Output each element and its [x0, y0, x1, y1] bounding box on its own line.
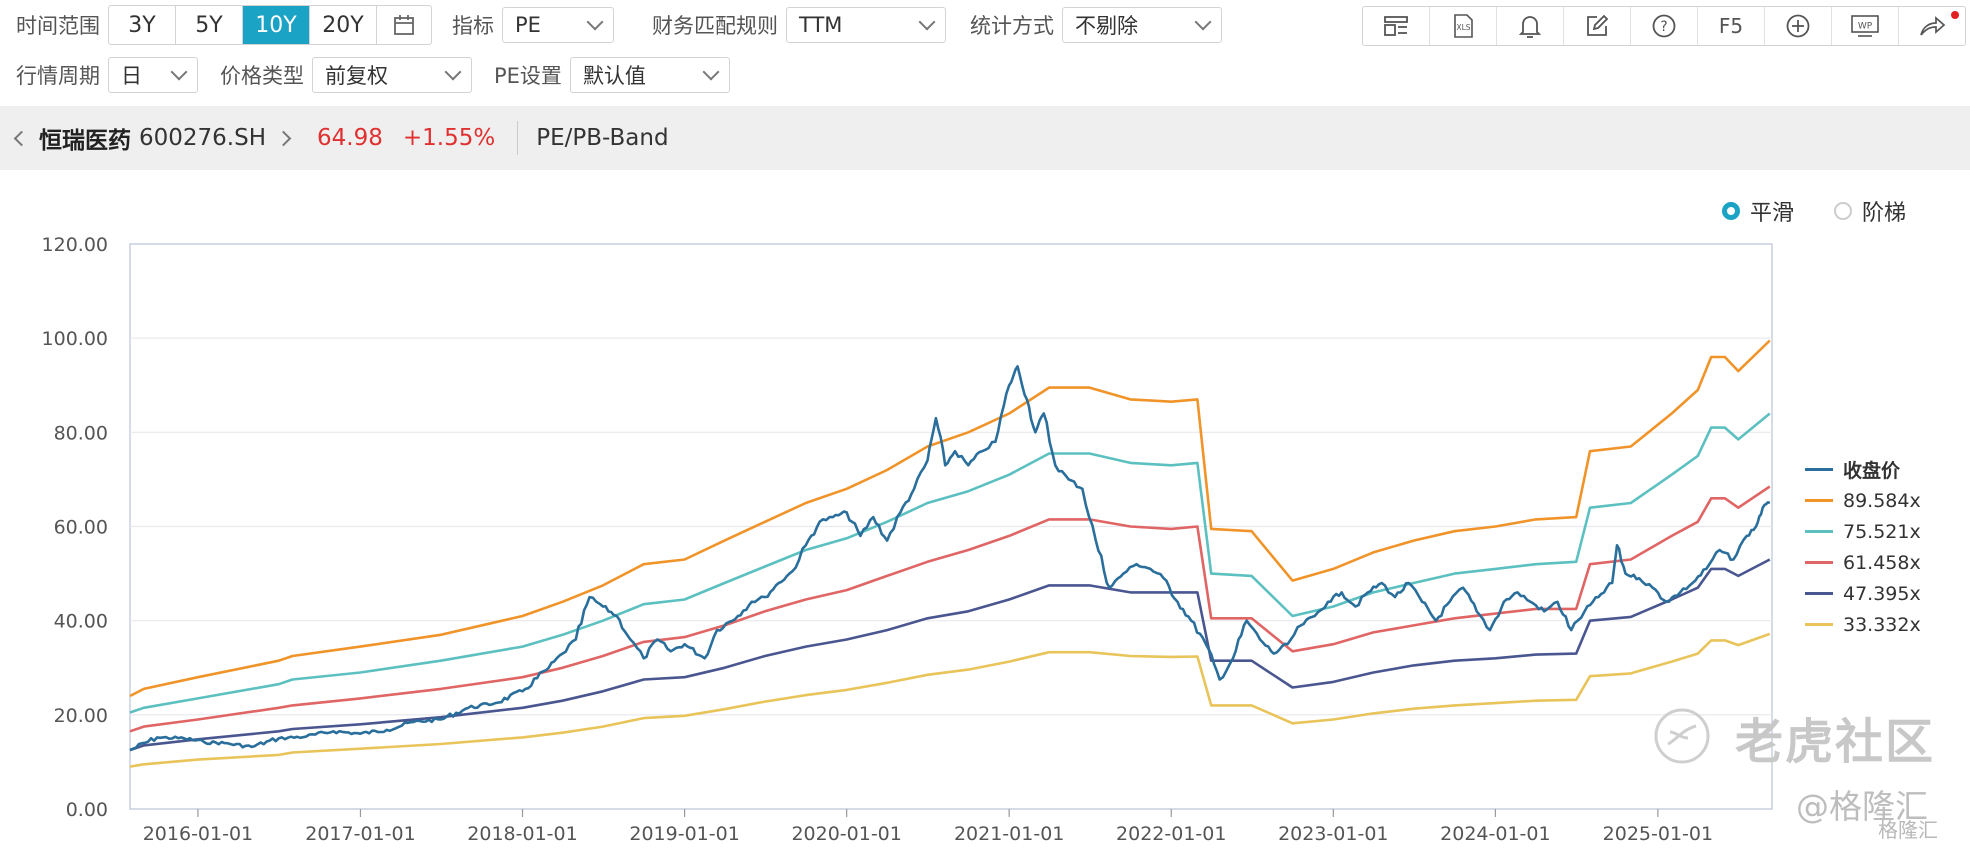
stat-method-label: 统计方式: [970, 14, 1054, 38]
chevron-down-icon: [586, 13, 604, 31]
chevron-left-icon[interactable]: [13, 130, 30, 146]
add-icon[interactable]: [1765, 7, 1832, 45]
chevron-down-icon: [702, 63, 720, 81]
legend-label: 收盘价: [1843, 460, 1901, 482]
price-type-value: 前复权: [325, 64, 388, 88]
time-range-3y[interactable]: 3Y: [109, 6, 176, 44]
finance-rule-label: 财务匹配规则: [652, 14, 778, 38]
stock-change: +1.55%: [402, 125, 496, 151]
share-icon[interactable]: [1899, 7, 1965, 45]
legend-item[interactable]: 61.458x: [1805, 547, 1921, 578]
period-select[interactable]: 日: [108, 57, 198, 93]
legend-label: 33.332x: [1843, 613, 1921, 636]
icon-toolbar: XLS ? F5 WP: [1362, 6, 1966, 46]
legend-label: 61.458x: [1843, 551, 1921, 574]
chevron-right-icon[interactable]: [275, 130, 292, 146]
pe-setting-value: 默认值: [582, 64, 646, 88]
time-range-label: 时间范围: [16, 14, 100, 38]
edit-icon[interactable]: [1564, 7, 1631, 45]
stock-code: 600276.SH: [139, 125, 267, 151]
legend-item[interactable]: 47.395x: [1805, 578, 1921, 609]
legend-swatch: [1805, 623, 1833, 626]
watermark-text-3: 格隆汇: [1878, 818, 1938, 842]
layout-icon[interactable]: [1363, 7, 1430, 45]
finance-rule-value: TTM: [799, 13, 843, 37]
time-range-20y[interactable]: 20Y: [310, 6, 377, 44]
legend-item[interactable]: 33.332x: [1805, 609, 1921, 640]
pe-setting-select[interactable]: 默认值: [569, 57, 730, 93]
indicator-select[interactable]: PE: [502, 7, 614, 43]
view-title: PE/PB-Band: [536, 125, 669, 151]
stock-price: 64.98: [317, 125, 383, 151]
legend-item[interactable]: 75.521x: [1805, 516, 1921, 547]
legend-swatch: [1805, 592, 1833, 595]
pe-setting-label: PE设置: [494, 64, 562, 88]
watermark-logo: [1652, 706, 1712, 770]
toolbar-row-1: 时间范围 3Y 5Y 10Y 20Y 指标 PE 财务匹配规则 TTM 统计方式…: [0, 2, 1222, 48]
time-range-selector: 3Y 5Y 10Y 20Y: [108, 5, 432, 45]
stat-method-select[interactable]: 不剔除: [1062, 7, 1222, 43]
legend-swatch: [1805, 499, 1833, 502]
price-type-label: 价格类型: [220, 64, 304, 88]
legend-swatch: [1805, 468, 1833, 471]
chart-legend: 收盘价 89.584x 75.521x 61.458x 47.395x 33.332x: [1805, 454, 1921, 640]
legend-swatch: [1805, 561, 1833, 564]
legend-swatch: [1805, 530, 1833, 533]
chevron-down-icon: [918, 13, 936, 31]
svg-text:WP: WP: [1858, 22, 1873, 32]
legend-label: 75.521x: [1843, 520, 1921, 543]
period-value: 日: [121, 64, 142, 88]
time-range-5y[interactable]: 5Y: [176, 6, 243, 44]
mode-smooth-radio[interactable]: 平滑: [1722, 195, 1794, 227]
stock-name[interactable]: 恒瑞医药: [39, 121, 131, 155]
price-type-select[interactable]: 前复权: [312, 57, 472, 93]
wp-export-icon[interactable]: WP: [1832, 7, 1899, 45]
mode-step-radio[interactable]: 阶梯: [1834, 195, 1906, 227]
mode-smooth-label: 平滑: [1750, 201, 1795, 226]
indicator-label: 指标: [452, 14, 494, 38]
stat-method-value: 不剔除: [1075, 14, 1138, 38]
legend-item[interactable]: 89.584x: [1805, 485, 1921, 516]
chevron-down-icon: [170, 63, 188, 81]
legend-item[interactable]: 收盘价: [1805, 454, 1921, 485]
radio-unselected-icon: [1834, 202, 1852, 220]
time-range-10y[interactable]: 10Y: [243, 6, 310, 44]
xls-export-icon[interactable]: XLS: [1430, 7, 1497, 45]
radio-selected-icon: [1722, 202, 1740, 220]
help-icon[interactable]: ?: [1631, 7, 1698, 45]
indicator-value: PE: [515, 13, 541, 37]
stock-breadcrumb: 恒瑞医药 600276.SH 64.98 +1.55% PE/PB-Band: [0, 106, 1970, 170]
divider: [517, 121, 519, 155]
chevron-down-icon: [444, 63, 462, 81]
calendar-icon[interactable]: [377, 6, 431, 44]
svg-text:XLS: XLS: [1456, 23, 1470, 32]
finance-rule-select[interactable]: TTM: [786, 7, 946, 43]
f5-refresh-button[interactable]: F5: [1698, 7, 1765, 45]
watermark-text: 老虎社区: [1735, 714, 1936, 770]
notification-dot: [1951, 11, 1959, 19]
period-label: 行情周期: [16, 64, 100, 88]
mode-step-label: 阶梯: [1862, 201, 1907, 226]
toolbar-row-2: 行情周期 日 价格类型 前复权 PE设置 默认值: [0, 52, 730, 98]
svg-text:?: ?: [1660, 19, 1667, 35]
bell-icon[interactable]: [1497, 7, 1564, 45]
chevron-down-icon: [1194, 13, 1212, 31]
legend-label: 47.395x: [1843, 582, 1921, 605]
legend-label: 89.584x: [1843, 489, 1921, 512]
